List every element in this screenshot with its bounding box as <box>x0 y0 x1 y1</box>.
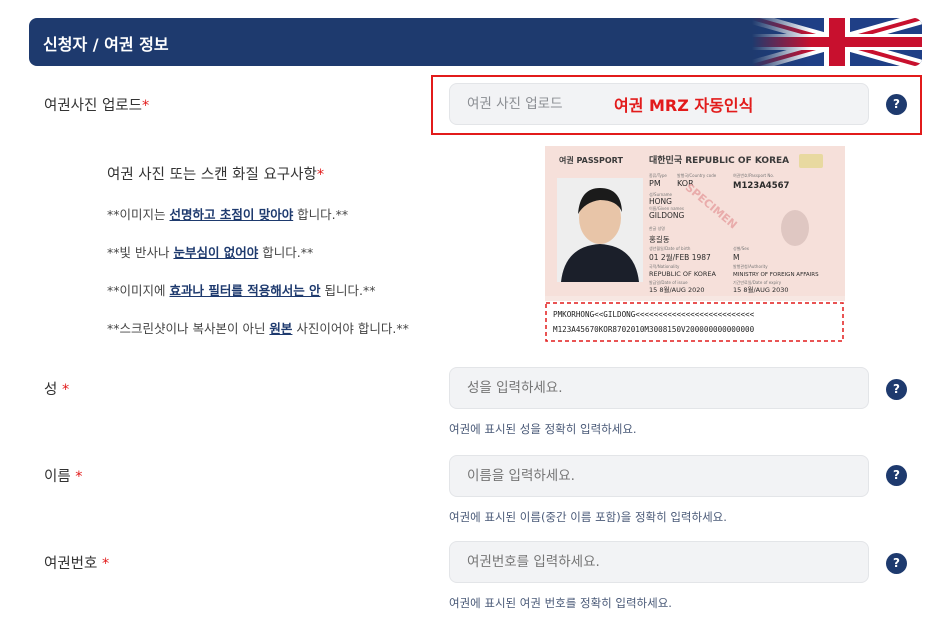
passport-number-label: 여권번호 * <box>44 556 110 572</box>
svg-text:홍길동: 홍길동 <box>649 234 670 244</box>
mrz-auto-recognition-label: 여권 MRZ 자동인식 <box>614 96 754 115</box>
given-name-input[interactable] <box>449 455 869 497</box>
requirements-title: 여권 사진 또는 스캔 화질 요구사항* <box>107 167 325 183</box>
requirement-item: **이미지에 효과나 필터를 적용해서는 안 됩니다.** <box>107 283 376 298</box>
passport-number-hint: 여권에 표시된 여권 번호를 정확히 입력하세요. <box>449 596 672 610</box>
surname-help-button[interactable]: ? <box>886 379 907 400</box>
section-header: 신청자 / 여권 정보 <box>29 18 922 66</box>
section-title: 신청자 / 여권 정보 <box>43 35 169 54</box>
svg-text:MINISTRY OF FOREIGN AFFAIRS: MINISTRY OF FOREIGN AFFAIRS <box>733 272 819 278</box>
chip-icon <box>799 154 823 168</box>
photo-upload-label: 여권사진 업로드* <box>44 98 150 114</box>
svg-text:성별/Sex: 성별/Sex <box>733 245 750 251</box>
svg-text:한글 성명: 한글 성명 <box>649 225 665 231</box>
passport-number-help-button[interactable]: ? <box>886 553 907 574</box>
required-mark: * <box>101 556 110 572</box>
svg-text:01 2월/FEB 1987: 01 2월/FEB 1987 <box>649 252 711 262</box>
mrz-line-2: M123A45670KOR8702010M3008150V20000000000… <box>553 325 755 334</box>
required-mark: * <box>75 469 83 485</box>
svg-text:여권번호/Passport No.: 여권번호/Passport No. <box>733 172 774 178</box>
passport-sample-image: 여권 PASSPORT 대한민국 REPUBLIC OF KOREA 종류/Ty… <box>545 146 845 351</box>
svg-text:종류/Type: 종류/Type <box>649 172 667 178</box>
svg-text:국적/Nationality: 국적/Nationality <box>649 263 680 269</box>
svg-text:M123A4567: M123A4567 <box>733 181 790 191</box>
svg-text:REPUBLIC OF KOREA: REPUBLIC OF KOREA <box>649 270 716 278</box>
svg-text:발급일/Date of issue: 발급일/Date of issue <box>649 279 688 285</box>
requirement-item: **빛 반사나 눈부심이 없어야 합니다.** <box>107 245 314 260</box>
required-mark: * <box>142 98 150 114</box>
svg-text:HONG: HONG <box>649 197 672 206</box>
passport-header-right: 대한민국 REPUBLIC OF KOREA <box>649 154 789 166</box>
surname-input[interactable] <box>449 367 869 409</box>
passport-header-left: 여권 PASSPORT <box>559 155 623 165</box>
uk-flag-icon <box>752 18 922 66</box>
mrz-line-1: PMKORHONG<<GILDONG<<<<<<<<<<<<<<<<<<<<<<… <box>553 310 755 319</box>
given-name-help-button[interactable]: ? <box>886 465 907 486</box>
requirement-item: **스크린샷이나 복사본이 아닌 원본 사진이어야 합니다.** <box>107 321 409 336</box>
requirement-item: **이미지는 선명하고 초점이 맞아야 합니다.** <box>107 207 349 222</box>
photo-upload-placeholder: 여권 사진 업로드 <box>467 96 563 112</box>
svg-text:기간만료일/Date of expiry: 기간만료일/Date of expiry <box>733 279 782 285</box>
svg-text:M: M <box>733 253 739 262</box>
svg-text:발행관청/Authority: 발행관청/Authority <box>733 263 768 269</box>
svg-text:생년월일/Date of birth: 생년월일/Date of birth <box>649 245 691 251</box>
surname-label: 성 * <box>44 382 70 398</box>
given-name-label: 이름 * <box>44 469 83 485</box>
svg-text:발행국/Country code: 발행국/Country code <box>677 172 717 178</box>
surname-hint: 여권에 표시된 성을 정확히 입력하세요. <box>449 422 637 436</box>
required-mark: * <box>61 382 70 398</box>
given-name-hint: 여권에 표시된 이름(중간 이름 포함)을 정확히 입력하세요. <box>449 510 727 524</box>
photo-upload-help-button[interactable]: ? <box>886 94 907 115</box>
svg-text:15 8월/AUG 2030: 15 8월/AUG 2030 <box>733 285 789 294</box>
svg-text:GILDONG: GILDONG <box>649 211 684 220</box>
passport-number-input[interactable] <box>449 541 869 583</box>
svg-text:PM: PM <box>649 179 661 188</box>
svg-text:15 8월/AUG 2020: 15 8월/AUG 2020 <box>649 285 705 294</box>
